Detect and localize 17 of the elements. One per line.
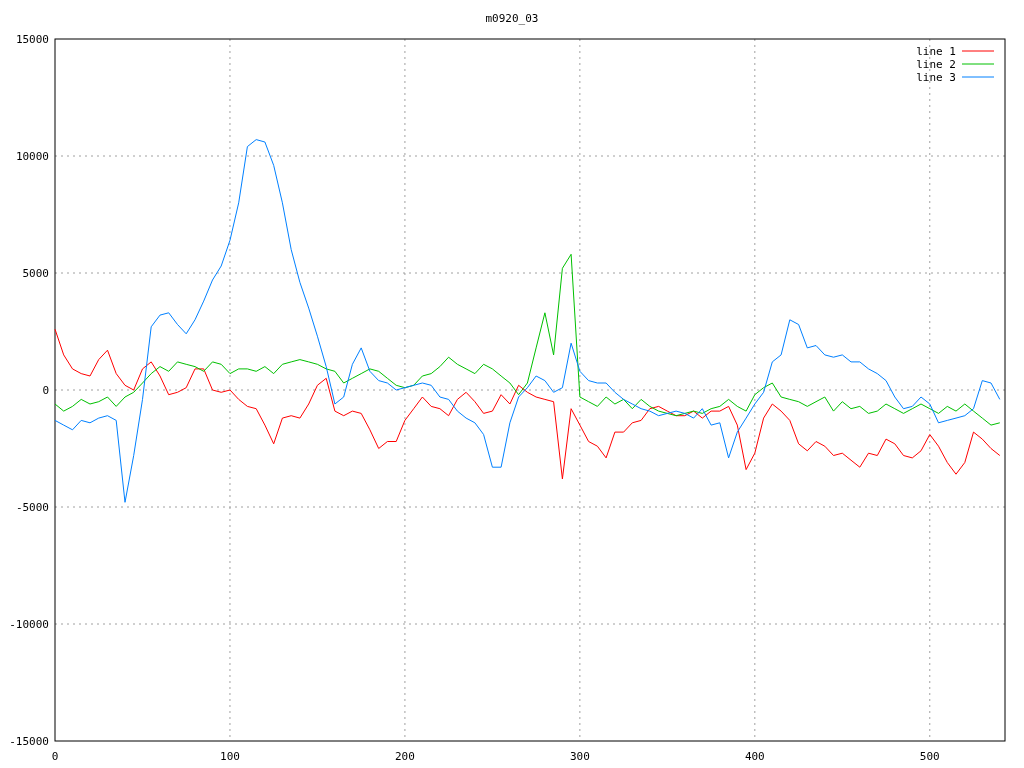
x-tick-label: 300	[569, 750, 590, 763]
y-tick-label: 0	[42, 384, 49, 397]
x-tick-label: 400	[744, 750, 765, 763]
x-tick-label: 100	[220, 750, 240, 763]
legend-label: line 1	[916, 45, 956, 58]
y-tick-label: 15000	[15, 33, 49, 46]
x-tick-label: 0	[51, 750, 59, 763]
y-tick-label: 5000	[22, 267, 49, 280]
y-tick-label: -15000	[9, 735, 49, 748]
y-tick-label: 10000	[15, 150, 49, 163]
y-tick-label: -10000	[9, 618, 49, 631]
y-tick-label: -5000	[15, 501, 49, 514]
legend-label: line 2	[916, 58, 956, 71]
legend-label: line 3	[916, 71, 956, 84]
x-tick-label: 200	[394, 750, 415, 763]
x-tick-label: 500	[919, 750, 940, 763]
chart-title: m0920_03	[485, 12, 539, 25]
